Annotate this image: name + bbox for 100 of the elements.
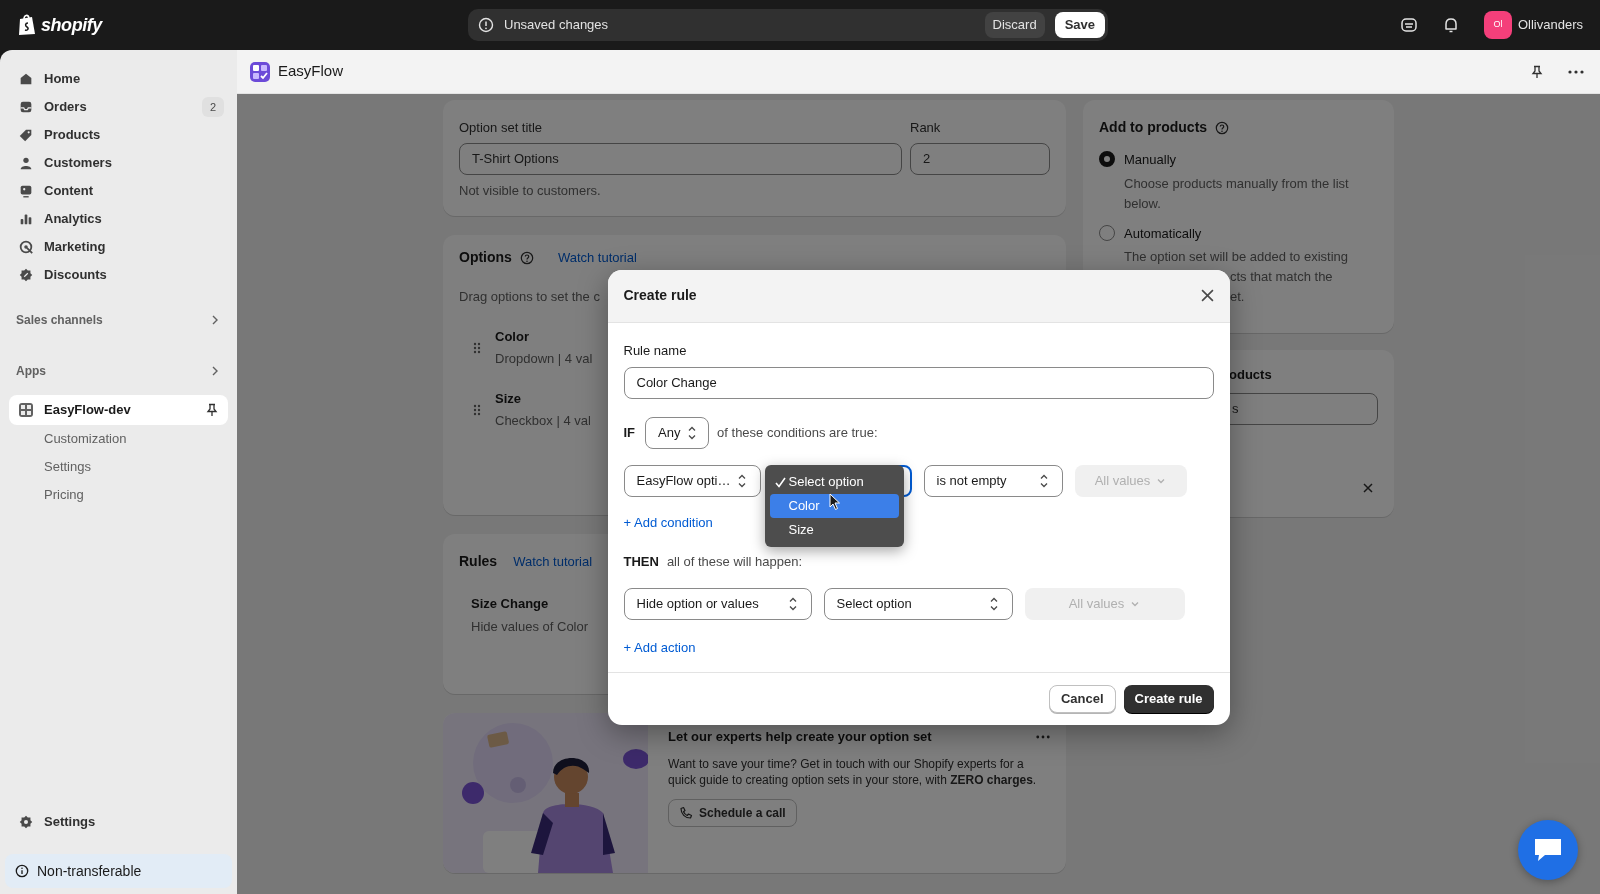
field-label: Option set title [459,119,544,137]
store-avatar: Ol [1483,11,1512,39]
match-select[interactable]: Any [645,417,710,449]
store-icon[interactable] [1399,16,1418,34]
radio-label: Automatically [1124,224,1203,243]
rule-detail: Hide values of Color [471,617,589,636]
option-name: Size [495,389,521,408]
drag-handle-icon[interactable] [473,403,481,416]
schedule-call-button[interactable]: Schedule a call [668,798,797,827]
chat-bubble-icon [1533,837,1563,863]
cancel-button[interactable]: Cancel [1048,684,1116,713]
card-heading: Options [459,248,512,267]
sidebar-nav-item[interactable]: Products [9,121,228,149]
alert-icon [478,17,494,33]
then-label: THEN [623,552,659,571]
if-label: IF [623,424,636,443]
radio-label: Manually [1124,151,1178,169]
dropdown-menu-item[interactable]: Size [769,518,899,542]
sidebar-nav-item[interactable]: Discounts [9,261,228,289]
dialog-title: Create rule [623,286,698,305]
close-icon[interactable] [1200,289,1214,302]
sidebar-app-item[interactable]: EasyFlow-dev [9,395,228,425]
inbox-icon [18,99,34,115]
sidebar-settings-item[interactable]: Settings [9,808,228,836]
expert-help-text: Want to save your time? Get in touch with our Shopify experts for a quick guide to creating option sets in your store, with ZERO charges. [668,755,1038,788]
rank-input-field[interactable]: 2 [910,142,1050,175]
add-action-link[interactable]: + Add action [623,638,696,658]
home-icon [18,71,34,87]
sidebar-sub-item[interactable]: Pricing [9,481,228,509]
card-heading: Add to products [1099,118,1208,137]
info-icon [15,864,29,878]
radio-button[interactable] [1099,224,1115,241]
radio-description: et. [1230,288,1245,306]
sidebar-nav-item[interactable]: Orders 2 [9,93,228,121]
radio-button[interactable] [1099,151,1115,167]
close-icon[interactable] [1363,482,1373,493]
create-rule-button[interactable]: Create rule [1123,684,1214,713]
unsaved-message: Unsaved changes [504,16,610,35]
radio-description: cts that match the [1230,268,1333,286]
pin-icon[interactable] [1530,64,1544,79]
radio-description: The option set will be added to existing [1124,248,1349,266]
shopping-bag-icon [17,14,37,36]
help-text: Drag options to set the c [459,288,600,306]
count-badge: 2 [202,97,224,117]
add-condition-link[interactable]: + Add condition [623,513,713,533]
action-select[interactable]: Hide option or values [623,588,812,620]
non-transferable-banner: Non-transferable [5,854,232,888]
option-detail: Checkbox | 4 val [495,412,591,430]
condition-text: all of these will happen: [666,552,803,571]
app-grid-icon [18,402,34,418]
brand-logo-text: shopify [41,13,102,37]
settings-icon [18,814,34,830]
condition-text: of these conditions are true: [717,424,878,443]
app-logo-icon [250,61,270,82]
tag-icon [18,127,34,143]
sidebar-nav-item[interactable]: Marketing [9,233,228,261]
rule-name: Size Change [471,595,549,613]
dropdown-menu-item[interactable]: Color [769,494,899,518]
dropdown-menu-item[interactable]: Select option [769,470,899,494]
option-detail: Dropdown | 4 val [495,350,593,368]
phone-icon [679,805,693,820]
radio-description: Choose products manually from the list [1124,174,1349,193]
badge-icon [18,267,34,283]
sidebar-section-header[interactable]: Apps [9,357,228,385]
sidebar-sub-item[interactable]: Customization [9,425,228,453]
card-heading: oducts [1229,366,1273,384]
save-button[interactable]: Save [1054,12,1105,38]
sidebar-nav-item[interactable]: Customers [9,149,228,177]
field-label: Rank [910,119,942,137]
person-icon [18,155,34,171]
sidebar-nav-item[interactable]: Content [9,177,228,205]
sidebar-section-header[interactable]: Sales channels [9,306,228,334]
mouse-pointer-icon [828,493,841,511]
card-heading: Rules [459,552,498,571]
chat-button[interactable] [1518,820,1578,880]
image-icon [18,183,34,199]
sidebar-nav-item[interactable]: Analytics [9,205,228,233]
radio-description: below. [1124,194,1161,213]
target-icon [18,239,34,255]
help-icon [519,250,534,265]
field-label: Rule name [623,341,688,360]
store-account-button[interactable]: Ol Ollivanders [1483,11,1583,39]
help-text: Not visible to customers. [459,181,602,200]
title-input-field[interactable]: T-Shirt Options [459,142,902,175]
card-heading: Let our experts help create your option set [668,728,933,746]
discard-button[interactable]: Discard [984,12,1045,38]
pin-icon[interactable] [205,403,219,417]
sidebar-nav-item[interactable]: Home [9,65,228,93]
option-select[interactable]: Select option [823,588,1013,620]
help-icon [1215,120,1230,135]
chevron-down-icon [1156,476,1167,486]
chevron-down-icon [1130,599,1141,609]
source-select[interactable]: EasyFlow opti… [623,465,761,497]
sidebar-sub-item[interactable]: Settings [9,453,228,481]
app-title: EasyFlow [278,61,345,82]
operator-select[interactable]: is not empty [923,465,1063,497]
option-name: Color [495,327,529,346]
drag-handle-icon[interactable] [473,341,481,354]
rule-name-input-field[interactable]: Color Change [623,367,1214,399]
more-options-icon[interactable] [1568,69,1584,74]
